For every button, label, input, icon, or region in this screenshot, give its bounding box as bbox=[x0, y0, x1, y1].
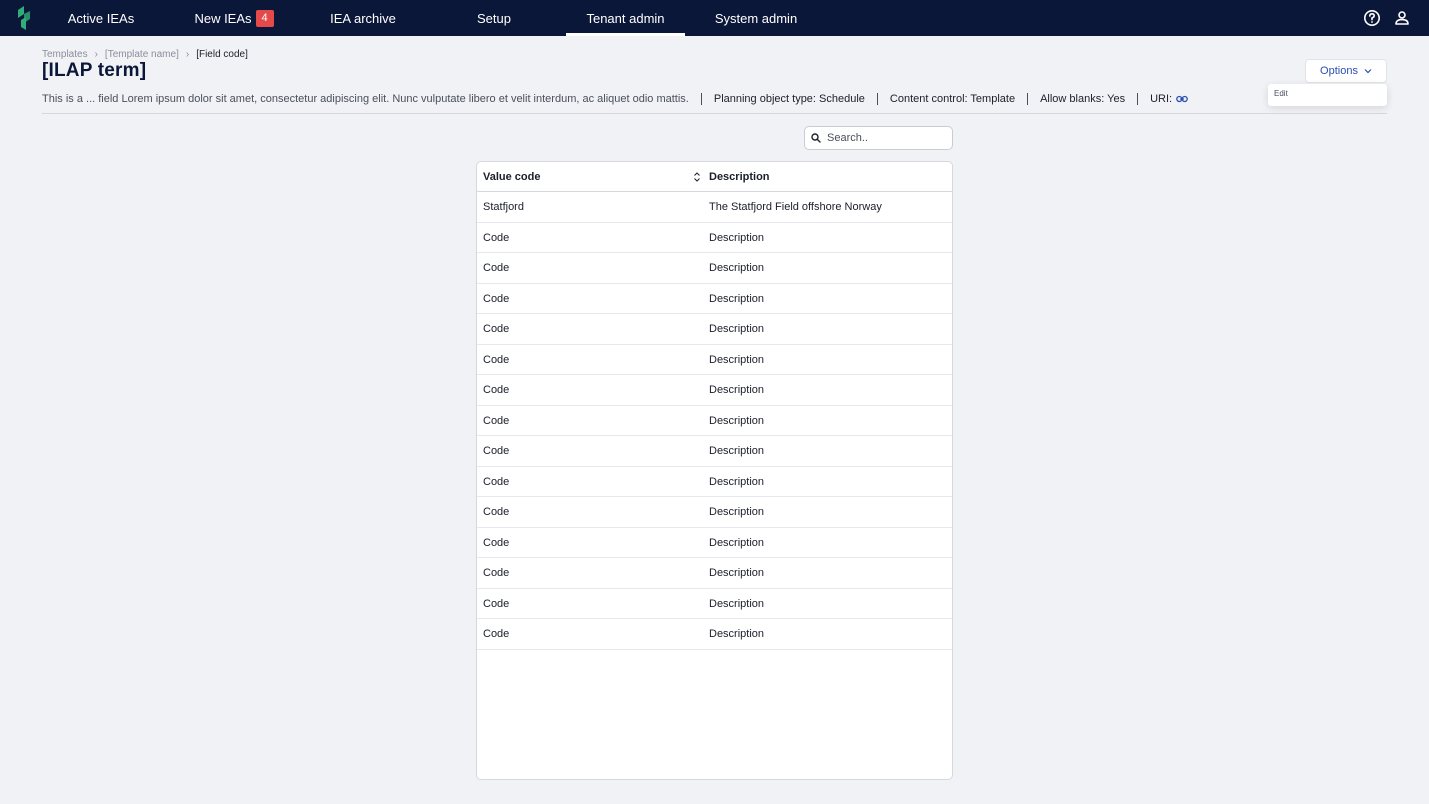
search-input[interactable] bbox=[827, 132, 937, 144]
chevron-right-icon: › bbox=[94, 48, 98, 60]
breadcrumb-templates[interactable]: Templates bbox=[42, 49, 88, 60]
options-dropdown-button[interactable]: Options bbox=[1305, 59, 1387, 83]
search-icon bbox=[811, 133, 821, 143]
table-row[interactable]: Code Description bbox=[477, 589, 952, 619]
table-row[interactable]: Code Description bbox=[477, 467, 952, 497]
column-header-label: Description bbox=[709, 171, 770, 183]
table-row[interactable]: Code Description bbox=[477, 223, 952, 253]
table-row[interactable]: Statfjord The Statfjord Field offshore No… bbox=[477, 192, 952, 223]
help-icon[interactable] bbox=[1363, 9, 1381, 27]
cell-value-code: Code bbox=[483, 628, 510, 640]
cell-description: Description bbox=[709, 567, 765, 579]
app-logo-icon[interactable] bbox=[15, 6, 33, 30]
nav-setup[interactable]: Setup bbox=[462, 0, 526, 36]
cell-value-code: Code bbox=[483, 323, 510, 335]
planning-object-type: Planning object type: Schedule bbox=[713, 92, 865, 105]
table-row[interactable]: Code Description bbox=[477, 375, 952, 406]
nav-active-ieas[interactable]: Active IEAs bbox=[58, 0, 144, 36]
cell-value-code: Code bbox=[483, 262, 510, 274]
cell-value-code: Code bbox=[483, 597, 510, 610]
cell-description: Description bbox=[709, 506, 765, 518]
table-row[interactable]: Code Description bbox=[477, 619, 952, 650]
column-header-value-code[interactable]: Value code bbox=[483, 162, 703, 192]
field-meta-row: This is a ... field Lorem ipsum dolor si… bbox=[42, 92, 1188, 105]
breadcrumb-template-name[interactable]: [Template name] bbox=[105, 49, 179, 60]
cell-value-code: Code bbox=[483, 506, 510, 518]
options-label: Options bbox=[1320, 65, 1358, 77]
nav-iea-archive[interactable]: IEA archive bbox=[318, 0, 408, 36]
divider bbox=[1027, 92, 1029, 105]
table-row[interactable]: Code Description bbox=[477, 314, 952, 345]
cell-description: The Statfjord Field offshore Norway bbox=[709, 201, 882, 213]
cell-description: Description bbox=[709, 628, 765, 640]
table-row[interactable]: Code Description bbox=[477, 436, 952, 467]
options-menu: Edit bbox=[1268, 84, 1387, 106]
divider bbox=[1137, 92, 1139, 105]
cell-description: Description bbox=[709, 323, 765, 335]
breadcrumb-current: [Field code] bbox=[196, 48, 248, 60]
breadcrumb: Templates › [Template name] › [Field cod… bbox=[42, 48, 248, 60]
nav-label: Setup bbox=[477, 10, 511, 26]
table-row[interactable]: Code Description bbox=[477, 345, 952, 375]
allow-blanks: Allow blanks: Yes bbox=[1040, 92, 1126, 105]
cell-description: Description bbox=[709, 414, 765, 427]
cell-description: Description bbox=[709, 536, 765, 549]
nav-label: System admin bbox=[714, 10, 798, 26]
link-icon[interactable] bbox=[1176, 94, 1188, 104]
table-body: Statfjord The Statfjord Field offshore No… bbox=[477, 192, 952, 650]
cell-value-code: Code bbox=[483, 414, 510, 427]
table-row[interactable]: Code Description bbox=[477, 497, 952, 528]
nav-label: IEA archive bbox=[330, 10, 396, 26]
chevron-down-icon bbox=[1364, 69, 1372, 74]
cell-value-code: Code bbox=[483, 536, 510, 549]
cell-description: Description bbox=[709, 384, 765, 396]
divider bbox=[876, 92, 878, 105]
cell-value-code: Code bbox=[483, 292, 510, 305]
nav-system-admin[interactable]: System admin bbox=[700, 0, 812, 36]
table-row[interactable]: Code Description bbox=[477, 528, 952, 558]
field-description: This is a ... field Lorem ipsum dolor si… bbox=[42, 92, 689, 105]
cell-value-code: Code bbox=[483, 567, 510, 579]
column-header-description[interactable]: Description bbox=[709, 162, 770, 192]
menu-item-edit[interactable]: Edit bbox=[1274, 89, 1288, 98]
value-codes-table: Value code Description Statfjord The Stat… bbox=[476, 161, 953, 780]
cell-value-code: Code bbox=[483, 353, 510, 366]
cell-value-code: Code bbox=[483, 231, 510, 244]
cell-value-code: Code bbox=[483, 384, 510, 396]
table-row[interactable]: Code Description bbox=[477, 406, 952, 436]
nav-label: New IEAs bbox=[194, 10, 252, 26]
nav-new-ieas[interactable]: New IEAs 4 bbox=[184, 0, 284, 36]
cell-description: Description bbox=[709, 292, 765, 305]
header-divider bbox=[42, 113, 1387, 114]
sort-icon[interactable] bbox=[693, 172, 701, 182]
table-row[interactable]: Code Description bbox=[477, 284, 952, 314]
user-icon[interactable] bbox=[1393, 9, 1411, 27]
cell-value-code: Code bbox=[483, 445, 510, 457]
cell-value-code: Code bbox=[483, 475, 510, 488]
nav-label: Active IEAs bbox=[67, 10, 135, 26]
nav-label: Tenant admin bbox=[586, 10, 665, 26]
cell-description: Description bbox=[709, 231, 765, 244]
cell-description: Description bbox=[709, 475, 765, 488]
cell-description: Description bbox=[709, 445, 765, 457]
table-row[interactable]: Code Description bbox=[477, 253, 952, 284]
top-nav-bar: Active IEAs New IEAs 4 IEA archive Setup… bbox=[0, 0, 1429, 36]
chevron-right-icon: › bbox=[185, 48, 190, 60]
cell-description: Description bbox=[709, 597, 765, 610]
page-title: [ILAP term] bbox=[42, 60, 147, 81]
divider bbox=[700, 92, 702, 105]
content-control: Content control: Template bbox=[889, 92, 1016, 105]
column-header-label: Value code bbox=[483, 171, 541, 183]
cell-description: Description bbox=[709, 353, 765, 366]
table-header: Value code Description bbox=[477, 162, 952, 192]
table-row[interactable]: Code Description bbox=[477, 558, 952, 589]
uri-label: URI: bbox=[1150, 92, 1173, 105]
nav-tenant-admin[interactable]: Tenant admin bbox=[566, 0, 685, 36]
search-field[interactable] bbox=[804, 126, 953, 150]
new-ieas-count-badge: 4 bbox=[255, 9, 274, 27]
cell-description: Description bbox=[709, 262, 765, 274]
cell-value-code: Statfjord bbox=[483, 201, 524, 213]
